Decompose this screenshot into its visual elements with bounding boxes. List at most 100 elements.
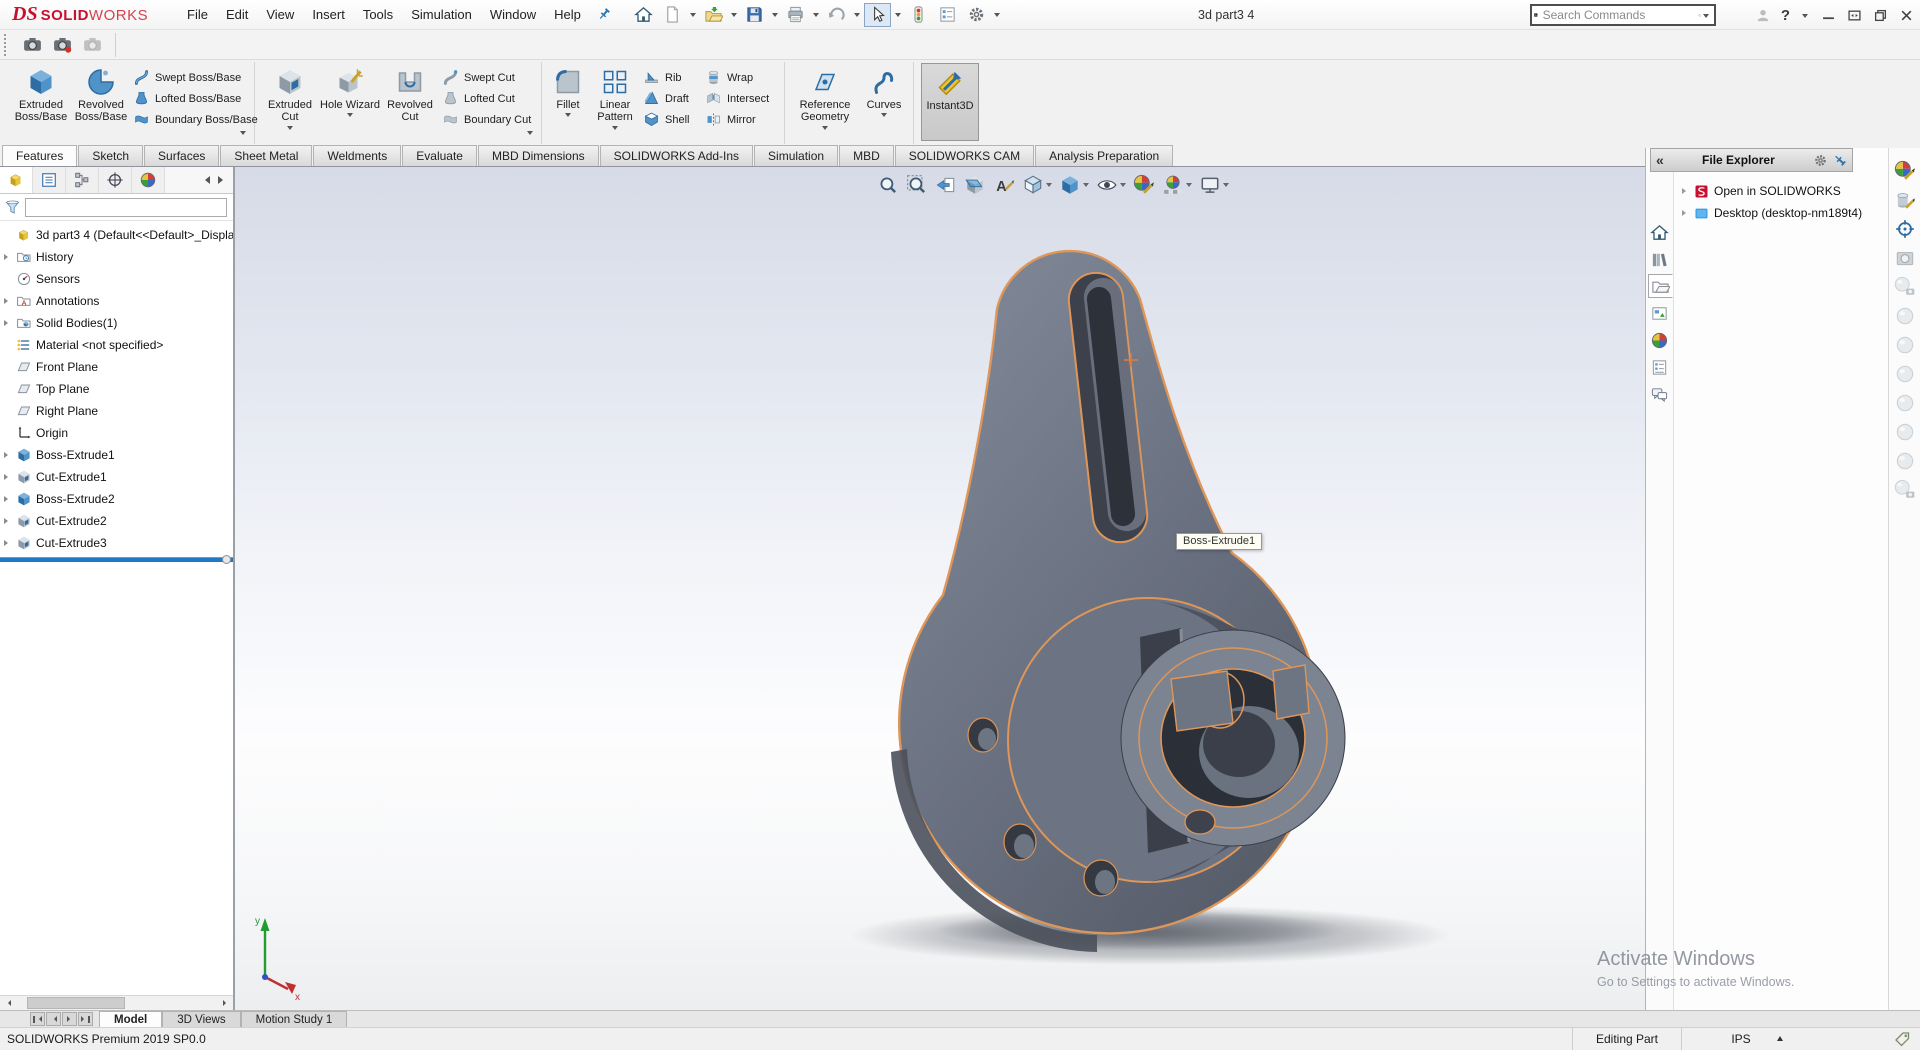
render-option-3-button[interactable] xyxy=(1894,363,1916,385)
tab-feature-manager[interactable] xyxy=(0,167,33,193)
tab-features[interactable]: Features xyxy=(2,145,78,166)
save-dropdown-caret[interactable] xyxy=(771,13,778,20)
units-selector[interactable]: IPS xyxy=(1682,1032,1832,1046)
tab-motion-study[interactable]: Motion Study 1 xyxy=(240,1011,348,1027)
preview-window-button[interactable] xyxy=(1894,247,1916,269)
rollback-bar[interactable] xyxy=(0,555,233,564)
file-explorer-item-open-in-solidworks[interactable]: Open in SOLIDWORKS xyxy=(1674,180,1888,202)
swept-cut-button[interactable]: Swept Cut xyxy=(442,67,534,88)
toolbar-grip[interactable] xyxy=(4,33,9,56)
cut-flyout-caret[interactable] xyxy=(527,131,533,138)
menu-file[interactable]: File xyxy=(178,0,217,30)
print-button[interactable] xyxy=(782,3,809,27)
tab-sheet-metal[interactable]: Sheet Metal xyxy=(220,145,313,166)
first-tab-button[interactable] xyxy=(30,1012,45,1026)
menu-help[interactable]: Help xyxy=(545,0,590,30)
hole-wizard-caret[interactable] xyxy=(347,113,353,120)
view-settings-caret[interactable] xyxy=(1223,183,1229,190)
edit-appearance-button[interactable] xyxy=(1894,160,1916,182)
rebuild-button[interactable] xyxy=(905,3,932,27)
rib-button[interactable]: Rib xyxy=(643,67,701,88)
draft-button[interactable]: Draft xyxy=(643,88,701,109)
lofted-boss-button[interactable]: Lofted Boss/Base xyxy=(133,88,247,109)
boundary-boss-button[interactable]: Boundary Boss/Base xyxy=(133,109,258,130)
search-commands-box[interactable] xyxy=(1530,4,1716,26)
edit-appearance-button[interactable] xyxy=(1133,174,1155,196)
tab-mbd-dimensions[interactable]: MBD Dimensions xyxy=(477,145,599,166)
view-palette-tab[interactable] xyxy=(1647,301,1672,325)
tab-configuration-manager[interactable] xyxy=(66,167,99,193)
help-button[interactable]: ? xyxy=(1781,7,1790,24)
edit-scene-button[interactable] xyxy=(1894,189,1916,211)
hide-show-items-button[interactable] xyxy=(1096,174,1126,196)
expand-arrow[interactable] xyxy=(3,540,12,546)
menu-insert[interactable]: Insert xyxy=(303,0,354,30)
collapse-panes-button[interactable] xyxy=(1846,7,1862,23)
search-dropdown-caret[interactable] xyxy=(1703,13,1709,21)
solidworks-resources-tab[interactable] xyxy=(1647,220,1672,244)
reference-geometry-caret[interactable] xyxy=(822,125,828,133)
render-option-2-button[interactable] xyxy=(1894,334,1916,356)
collapse-panel-button[interactable]: « xyxy=(1656,152,1664,168)
tree-item-cut-extrude2[interactable]: Cut-Extrude2 xyxy=(0,510,233,532)
render-option-6-button[interactable] xyxy=(1894,450,1916,472)
tree-item-boss-extrude2[interactable]: Boss-Extrude2 xyxy=(0,488,233,510)
reference-geometry-button[interactable]: Reference Geometry xyxy=(790,62,860,133)
image-capture-button[interactable] xyxy=(17,32,47,58)
open-dropdown-caret[interactable] xyxy=(730,13,737,20)
tab-dimxpert-manager[interactable] xyxy=(99,167,132,193)
menu-simulation[interactable]: Simulation xyxy=(402,0,481,30)
tree-item-sensors[interactable]: Sensors xyxy=(0,268,233,290)
help-dropdown-caret[interactable] xyxy=(1802,13,1808,21)
display-style-button[interactable] xyxy=(1059,174,1089,196)
render-target-button[interactable] xyxy=(1894,218,1916,240)
tree-item-cut-extrude3[interactable]: Cut-Extrude3 xyxy=(0,532,233,554)
mirror-button[interactable]: Mirror xyxy=(705,109,777,130)
lofted-cut-button[interactable]: Lofted Cut xyxy=(442,88,534,109)
undo-button[interactable] xyxy=(823,3,850,27)
tree-item-right-plane[interactable]: Right Plane xyxy=(0,400,233,422)
scroll-thumb[interactable] xyxy=(27,997,125,1009)
instant3d-button[interactable]: Instant3D xyxy=(921,63,979,141)
tree-horizontal-scrollbar[interactable] xyxy=(0,995,233,1010)
linear-pattern-caret[interactable] xyxy=(612,125,618,133)
tab-3d-views[interactable]: 3D Views xyxy=(162,1011,241,1027)
apply-scene-button[interactable] xyxy=(1162,174,1192,196)
expand-arrow[interactable] xyxy=(3,518,12,524)
intersect-button[interactable]: Intersect xyxy=(705,88,777,109)
dynamic-annotation-button[interactable] xyxy=(993,174,1015,196)
expand-arrow[interactable] xyxy=(1682,188,1689,194)
search-input[interactable] xyxy=(1537,8,1698,22)
revolved-cut-button[interactable]: Revolved Cut xyxy=(380,62,440,124)
restore-button[interactable] xyxy=(1872,7,1888,23)
last-tab-button[interactable] xyxy=(78,1012,93,1026)
boss-face-hole[interactable] xyxy=(1184,809,1216,835)
print-dropdown-caret[interactable] xyxy=(812,13,819,20)
tab-simulation[interactable]: Simulation xyxy=(754,145,839,166)
options-dropdown-caret[interactable] xyxy=(993,13,1000,20)
tree-item-cut-extrude1[interactable]: Cut-Extrude1 xyxy=(0,466,233,488)
revolved-boss-button[interactable]: Revolved Boss/Base xyxy=(71,62,131,124)
new-document-button[interactable] xyxy=(659,3,686,27)
zoom-to-area-button[interactable] xyxy=(906,174,928,196)
view-settings-button[interactable] xyxy=(1199,174,1229,196)
extruded-cut-caret[interactable] xyxy=(287,125,293,133)
tree-item-history[interactable]: History xyxy=(0,246,233,268)
curves-button[interactable]: Curves xyxy=(860,62,908,120)
undo-dropdown-caret[interactable] xyxy=(853,13,860,20)
tree-item-front-plane[interactable]: Front Plane xyxy=(0,356,233,378)
fillet-button[interactable]: Fillet xyxy=(547,62,589,120)
save-button[interactable] xyxy=(741,3,768,27)
tree-item-material[interactable]: Material <not specified> xyxy=(0,334,233,356)
hole-wizard-button[interactable]: Hole Wizard xyxy=(320,62,380,120)
solidworks-forum-tab[interactable] xyxy=(1647,382,1672,406)
expand-arrow[interactable] xyxy=(3,452,12,458)
zoom-to-fit-button[interactable] xyxy=(877,174,899,196)
tab-mbd[interactable]: MBD xyxy=(839,145,894,166)
minimize-button[interactable] xyxy=(1820,7,1836,23)
view-orientation-button[interactable] xyxy=(1022,174,1052,196)
file-explorer-item-desktop[interactable]: Desktop (desktop-nm189t4) xyxy=(1674,202,1888,224)
tree-item-solid-bodies[interactable]: Solid Bodies(1) xyxy=(0,312,233,334)
tree-item-origin[interactable]: Origin xyxy=(0,422,233,444)
integrated-preview-button[interactable] xyxy=(1894,276,1916,298)
